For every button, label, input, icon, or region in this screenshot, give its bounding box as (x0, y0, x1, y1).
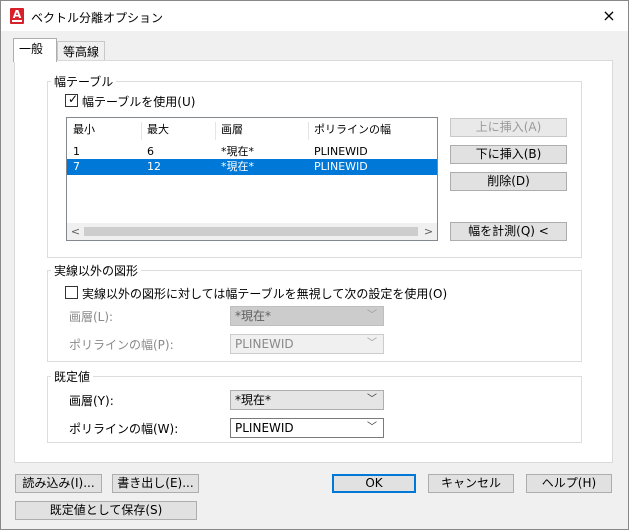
select-value: PLINEWID (235, 337, 294, 351)
cell-layer: *現在* (221, 160, 254, 173)
help-button[interactable]: ヘルプ(H) (526, 474, 612, 493)
table-row-selected[interactable]: 7 12 *現在* PLINEWID (67, 159, 437, 175)
scrollbar-thumb[interactable] (84, 227, 418, 236)
column-header-layer[interactable]: 画層 (215, 122, 308, 140)
horizontal-scrollbar[interactable]: < > (67, 223, 437, 240)
ok-button[interactable]: OK (332, 474, 416, 493)
non-solid-pline-select[interactable]: PLINEWID ﹀ (230, 334, 384, 354)
non-solid-layer-label: 画層(L): (69, 310, 114, 324)
save-as-default-button[interactable]: 既定値として保存(S) (15, 501, 197, 520)
chevron-down-icon: ﹀ (367, 394, 377, 405)
width-table-group-title: 幅テーブル (51, 73, 117, 90)
ignore-width-table-checkbox[interactable] (65, 286, 78, 299)
column-header-pline-width[interactable]: ポリラインの幅 (308, 122, 437, 140)
cell-max: 6 (147, 145, 154, 158)
window-title: ベクトル分離オプション (31, 11, 164, 25)
load-button[interactable]: 読み込み(I)... (15, 474, 102, 493)
cell-min: 7 (73, 160, 80, 173)
select-value: *現在* (235, 393, 272, 407)
app-icon: A (10, 8, 24, 24)
defaults-pline-select[interactable]: PLINEWID ﹀ (230, 418, 384, 438)
table-row[interactable]: 1 6 *現在* PLINEWID (67, 144, 437, 160)
chevron-down-icon: ﹀ (367, 338, 377, 349)
check-icon: ✓ (68, 92, 79, 106)
scroll-right-icon[interactable]: > (420, 223, 437, 240)
defaults-group-title: 既定値 (51, 368, 94, 385)
cell-layer: *現在* (221, 145, 254, 158)
non-solid-pline-label: ポリラインの幅(P): (69, 338, 174, 352)
close-icon[interactable]: × (598, 6, 620, 26)
column-header-min[interactable]: 最小 (67, 122, 141, 140)
column-header-max[interactable]: 最大 (141, 122, 215, 140)
defaults-pline-label: ポリラインの幅(W): (69, 422, 179, 436)
list-header: 最小 最大 画層 ポリラインの幅 (67, 122, 437, 140)
insert-below-button[interactable]: 下に挿入(B) (450, 145, 567, 164)
cancel-button[interactable]: キャンセル (428, 474, 514, 493)
title-bar: A ベクトル分離オプション × (1, 1, 628, 31)
non-solid-layer-select[interactable]: *現在* ﹀ (230, 306, 384, 326)
non-solid-group-title: 実線以外の図形 (51, 262, 142, 279)
cell-min: 1 (73, 145, 80, 158)
defaults-layer-select[interactable]: *現在* ﹀ (230, 390, 384, 410)
select-value: PLINEWID (235, 421, 294, 435)
select-value: *現在* (235, 309, 272, 323)
tab-general[interactable]: 一般 (13, 38, 57, 62)
dialog-window: A ベクトル分離オプション × 一般 等高線 幅テーブル ✓ 幅テーブルを使用(… (0, 0, 629, 530)
defaults-layer-label: 画層(Y): (69, 394, 114, 408)
use-width-table-label: 幅テーブルを使用(U) (82, 95, 196, 109)
width-table-list[interactable]: 最小 最大 画層 ポリラインの幅 1 6 *現在* PLINEWID 7 12 … (66, 117, 438, 241)
export-button[interactable]: 書き出し(E)... (112, 474, 199, 493)
delete-button[interactable]: 削除(D) (450, 172, 567, 191)
cell-max: 12 (147, 160, 161, 173)
insert-above-button[interactable]: 上に挿入(A) (450, 118, 567, 137)
chevron-down-icon: ﹀ (367, 422, 377, 433)
chevron-down-icon: ﹀ (367, 310, 377, 321)
measure-width-button[interactable]: 幅を計測(Q) < (450, 222, 567, 241)
cell-pline-width: PLINEWID (314, 160, 368, 173)
ignore-width-table-label: 実線以外の図形に対しては幅テーブルを無視して次の設定を使用(O) (82, 287, 448, 301)
cell-pline-width: PLINEWID (314, 145, 368, 158)
scroll-left-icon[interactable]: < (67, 223, 84, 240)
use-width-table-checkbox[interactable]: ✓ (65, 92, 79, 107)
